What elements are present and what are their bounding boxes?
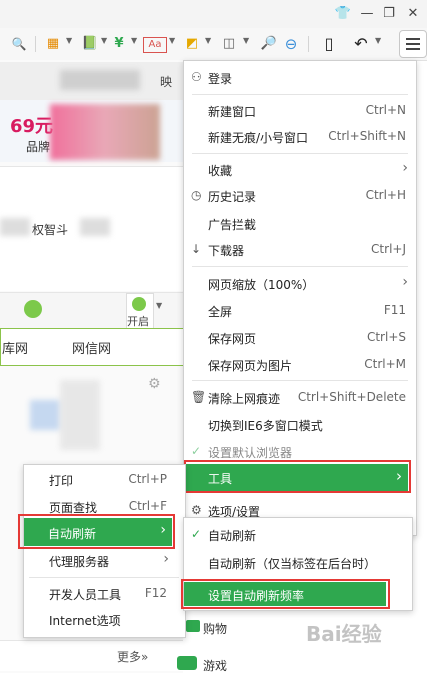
shopping-icon xyxy=(186,620,200,632)
promo-price: 69元 xyxy=(10,116,54,137)
skin-icon[interactable]: 👕 xyxy=(332,4,354,24)
page-tab-text: 映 xyxy=(160,75,173,89)
chevron-down-icon[interactable]: ▼ xyxy=(131,36,139,45)
menu-divider xyxy=(192,380,408,381)
chevron-down-icon[interactable]: ▼ xyxy=(375,36,383,45)
highlight-box-set-frequency xyxy=(181,579,390,609)
menu-item-login[interactable]: ⚇ 登录 xyxy=(184,65,416,91)
menu-item-save-page[interactable]: 保存网页 Ctrl+S xyxy=(184,325,416,351)
chevron-down-icon[interactable]: ▼ xyxy=(205,36,213,45)
translate-icon[interactable]: Aa xyxy=(143,37,167,53)
more-link[interactable]: 更多» xyxy=(117,648,148,665)
chevron-right-icon: › xyxy=(163,551,169,567)
main-menu-button[interactable] xyxy=(399,30,427,58)
clock-icon: ◷ xyxy=(191,188,202,202)
frog-icon xyxy=(24,300,42,318)
chevron-down-icon[interactable]: ▼ xyxy=(243,36,251,45)
restore-button[interactable]: ❐ xyxy=(378,4,400,24)
blurred-region xyxy=(0,218,30,236)
game-icon[interactable]: ◫ xyxy=(218,34,240,54)
download-arrow-icon: ↓ xyxy=(191,242,202,256)
trash-icon: 🗑 xyxy=(191,390,207,404)
minimize-button[interactable]: — xyxy=(356,4,378,24)
shopping-label: 购物 xyxy=(203,622,228,636)
menu-item-internet-options[interactable]: Internet选项 xyxy=(24,607,185,633)
menu-item-downloads[interactable]: ↓ 下载器 Ctrl+J xyxy=(184,237,416,263)
menu-item-zoom[interactable]: 网页缩放（100%） › xyxy=(184,271,416,297)
blurred-region xyxy=(60,380,100,450)
promo-image xyxy=(50,104,160,160)
payment-shield-icon[interactable]: ¥ xyxy=(108,34,130,54)
content-text[interactable]: 权智斗 xyxy=(32,221,68,238)
toolbar-divider xyxy=(308,36,309,52)
undo-icon[interactable]: ↶ xyxy=(350,34,372,54)
menu-item-ie6-mode[interactable]: 切换到IE6多窗口模式 xyxy=(184,412,416,438)
apps-grid-icon[interactable]: ▦ xyxy=(42,34,64,54)
games-label[interactable]: 游戏 xyxy=(203,657,227,674)
toolbar: 🔍 ▦ ▼ 📗 ▼ ¥ ▼ Aa ▼ ◩ ▼ ◫ ▼ 🔎 ⊖ ▯ ↶ ▼ xyxy=(0,28,427,61)
nav-link[interactable]: 库网 xyxy=(2,338,28,357)
chevron-down-icon[interactable]: ▼ xyxy=(169,36,177,45)
chevron-down-icon[interactable]: ▼ xyxy=(156,301,162,310)
menu-item-fullscreen[interactable]: 全屏 F11 xyxy=(184,298,416,324)
phone-icon[interactable]: ▯ xyxy=(318,34,340,54)
tools-submenu: 打印 Ctrl+P 页面查找 Ctrl+F 代理服务器 › 开发人员工具 F12… xyxy=(23,464,186,638)
menu-item-save-as-image[interactable]: 保存网页为图片 Ctrl+M xyxy=(184,352,416,378)
sound-icon xyxy=(132,297,146,311)
chevron-right-icon: › xyxy=(402,160,408,176)
watermark: Bai经验 xyxy=(306,622,382,646)
user-icon: ⚇ xyxy=(191,70,202,84)
toolbar-divider xyxy=(35,36,36,52)
menu-item-proxy[interactable]: 代理服务器 › xyxy=(24,548,185,574)
book-icon[interactable]: 📗 xyxy=(79,34,101,54)
blurred-region xyxy=(80,218,110,236)
menu-item-clear-traces[interactable]: 🗑 清除上网痕迹 Ctrl+Shift+Delete xyxy=(184,385,416,411)
check-icon: ✓ xyxy=(191,527,202,541)
chevron-down-icon[interactable]: ▼ xyxy=(66,36,74,45)
zoom-out-icon[interactable]: ⊖ xyxy=(280,34,302,54)
title-bar: 👕 — ❐ ✕ xyxy=(0,0,427,28)
promo-subtext: 品牌 xyxy=(26,140,51,154)
menu-divider xyxy=(192,266,408,267)
game-controller-icon xyxy=(177,656,197,670)
gear-icon: ⚙ xyxy=(191,503,202,517)
highlight-box-auto-refresh xyxy=(18,514,175,549)
menu-item-auto-refresh-background[interactable]: 自动刷新（仅当标签在后台时） xyxy=(184,550,412,576)
menu-divider xyxy=(192,153,408,154)
menu-divider xyxy=(192,94,408,95)
chevron-right-icon: › xyxy=(402,274,408,290)
highlight-box-tools xyxy=(184,460,411,493)
menu-item-new-window[interactable]: 新建窗口 Ctrl+N xyxy=(184,98,416,124)
check-icon: ✓ xyxy=(191,444,202,458)
menu-item-devtools[interactable]: 开发人员工具 F12 xyxy=(24,581,185,607)
menu-item-print[interactable]: 打印 Ctrl+P xyxy=(24,467,185,493)
blurred-region xyxy=(30,400,60,430)
menu-item-auto-refresh-toggle[interactable]: ✓ 自动刷新 xyxy=(184,522,412,548)
settings-gear-icon[interactable]: ⚙ xyxy=(148,376,161,392)
screenshot-icon[interactable]: ◩ xyxy=(181,34,203,54)
more-row xyxy=(0,640,183,671)
close-button[interactable]: ✕ xyxy=(402,4,424,24)
menu-item-ad-block[interactable]: 广告拦截 xyxy=(184,211,416,237)
open-label: 开启 xyxy=(127,315,149,328)
nav-link[interactable]: 网信网 xyxy=(72,338,111,357)
menu-divider xyxy=(29,577,179,578)
menu-item-history[interactable]: ◷ 历史记录 Ctrl+H xyxy=(184,183,416,209)
search-icon[interactable]: 🔍 xyxy=(8,34,30,54)
menu-item-new-private-window[interactable]: 新建无痕/小号窗口 Ctrl+Shift+N xyxy=(184,124,416,150)
blurred-region xyxy=(60,70,140,90)
magnifier-icon[interactable]: 🔎 xyxy=(258,34,280,54)
menu-item-favorites[interactable]: 收藏 › xyxy=(184,157,416,183)
